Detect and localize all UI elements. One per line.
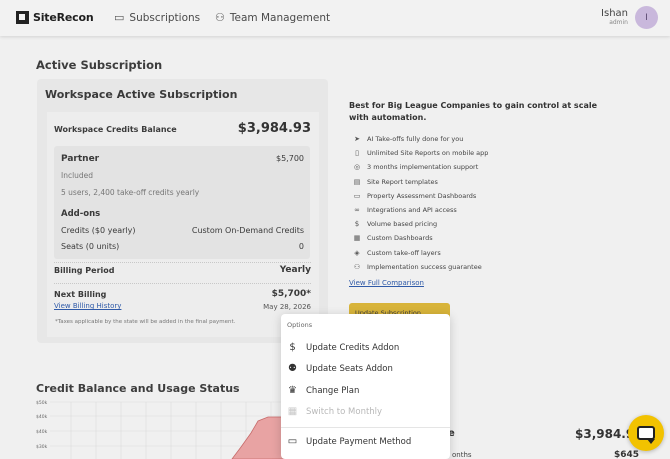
feature-item: ▯ Unlimited Site Reports on mobile app [353,149,488,157]
menu-item-label: Update Credits Addon [306,342,400,353]
dollar-icon: $ [354,220,360,229]
view-billing-history-link[interactable]: View Billing History [54,302,121,310]
feature-item: ◈ Custom take-off layers [353,248,441,257]
siterecon-logo[interactable]: SiteRecon [16,11,94,24]
top-navigation-bar: SiteRecon ▭ Subscriptions ⚇ Team Managem… [0,0,670,36]
options-menu-header: Options [287,321,313,329]
usage-area [231,416,286,459]
feature-item: ⚇ Implementation success guarantee [353,263,482,271]
calendar-icon: ▦ [287,406,298,417]
y-tick-label: $50k [36,400,48,406]
credit-card-icon: ▭ [114,11,125,24]
credit-usage-chart: $50k $40k $40k $30k [36,400,286,459]
feature-item: ➤ AI Take-offs fully done for you [353,135,463,143]
addon-credits-label: Credits ($0 yearly) [61,226,136,235]
divider [54,262,311,263]
y-tick-label: $40k [36,429,48,435]
usage-period-label: onths [452,451,472,459]
user-plus-icon: ⚉ [288,363,297,374]
send-icon: ➤ [354,135,360,143]
feature-label: 3 months implementation support [367,163,479,172]
feature-item: ∞ Integrations and API access [353,206,457,214]
credit-usage-heading: Credit Balance and Usage Status [36,382,240,395]
plan-name: Partner [61,154,100,164]
feature-label: Custom take-off layers [367,248,441,257]
y-tick-label: $30k [36,444,48,450]
logo-icon [16,11,29,24]
layers-icon: ◈ [354,248,360,257]
feature-label: Custom Dashboards [367,234,433,243]
crown-icon: ♛ [288,385,297,396]
addon-seats-value: 0 [298,242,304,251]
menu-item-label: Switch to Monthly [306,406,383,417]
next-billing-label: Next Billing [54,290,107,299]
plan-price: $5,700 [276,154,304,163]
monitor-icon: ▭ [353,191,361,200]
menu-item-label: Change Plan [306,385,360,396]
chat-icon [637,426,655,444]
logo-text: SiteRecon [33,11,94,24]
credits-balance-label: Workspace Credits Balance [54,125,177,134]
dollar-circle-icon: $ [289,342,296,353]
menu-item-update-payment-method[interactable]: ▭ Update Payment Method [287,436,412,447]
mobile-icon: ▯ [355,149,359,158]
next-billing-date: May 28, 2026 [263,303,311,311]
feature-label: AI Take-offs fully done for you [367,135,464,143]
feature-label: Unlimited Site Reports on mobile app [367,149,489,158]
feature-label: Property Assessment Dashboards [367,191,477,200]
user-name: Ishan [601,8,628,19]
active-subscription-heading: Active Subscription [36,58,163,72]
link-icon: ∞ [354,206,360,214]
menu-item-label: Update Seats Addon [306,363,393,374]
nav-team-management-label: Team Management [229,11,331,24]
document-icon: ▤ [353,177,361,186]
view-full-comparison-link[interactable]: View Full Comparison [349,279,424,287]
credits-balance-value: $3,984.93 [237,121,311,136]
feature-item: $ Volume based pricing [353,220,437,228]
addon-credits-value: Custom On-Demand Credits [191,226,304,235]
menu-item-update-seats-addon[interactable]: ⚉ Update Seats Addon [287,363,393,374]
team-icon: ⚇ [215,11,225,24]
options-menu: Options $ Update Credits Addon ⚉ Update … [281,314,450,459]
nav-subscriptions-label: Subscriptions [129,11,201,24]
nav-team-management[interactable]: ⚇ Team Management [215,11,330,24]
feature-item: ▭ Property Assessment Dashboards [353,191,477,200]
menu-item-change-plan[interactable]: ♛ Change Plan [287,385,359,396]
avatar[interactable]: I [635,6,658,29]
included-detail: 5 users, 2,400 take-off credits yearly [61,188,200,197]
usage-balance-value: $3,984.9 [575,427,635,441]
menu-item-label: Update Payment Method [306,436,412,447]
dashboard-icon: ▦ [353,234,361,243]
menu-item-update-credits-addon[interactable]: $ Update Credits Addon [287,342,399,353]
included-label: Included [61,171,94,180]
tax-note: *Taxes applicable by the state will be a… [55,319,236,325]
feature-label: Implementation success guarantee [367,262,482,271]
addon-seats-label: Seats (0 units) [61,242,120,251]
feature-label: Integrations and API access [367,206,457,214]
divider [54,283,311,284]
y-tick-label: $40k [36,414,48,420]
usage-amount: $645 [614,450,640,459]
plan-headline: Best for Big League Companies to gain co… [349,101,598,122]
user-info[interactable]: Ishan admin [601,8,628,26]
feature-label: Volume based pricing [367,220,438,229]
user-role: admin [609,19,628,26]
nav-subscriptions[interactable]: ▭ Subscriptions [114,11,200,24]
globe-icon: ◎ [353,163,361,172]
credit-card-icon: ▭ [287,436,298,447]
billing-period-value: Yearly [279,265,311,275]
chat-support-button[interactable] [628,415,664,451]
feature-item: ◎ 3 months implementation support [353,163,478,171]
user-check-icon: ⚇ [353,262,361,271]
next-billing-value: $5,700* [271,289,311,299]
feature-label: Site Report templates [367,177,438,186]
billing-period-label: Billing Period [54,266,115,275]
menu-divider [281,427,450,428]
feature-item: ▦ Custom Dashboards [353,234,433,242]
workspace-subscription-title: Workspace Active Subscription [45,88,238,101]
addons-title: Add-ons [61,209,101,219]
feature-item: ▤ Site Report templates [353,178,438,186]
menu-item-switch-to-monthly: ▦ Switch to Monthly [287,406,382,417]
